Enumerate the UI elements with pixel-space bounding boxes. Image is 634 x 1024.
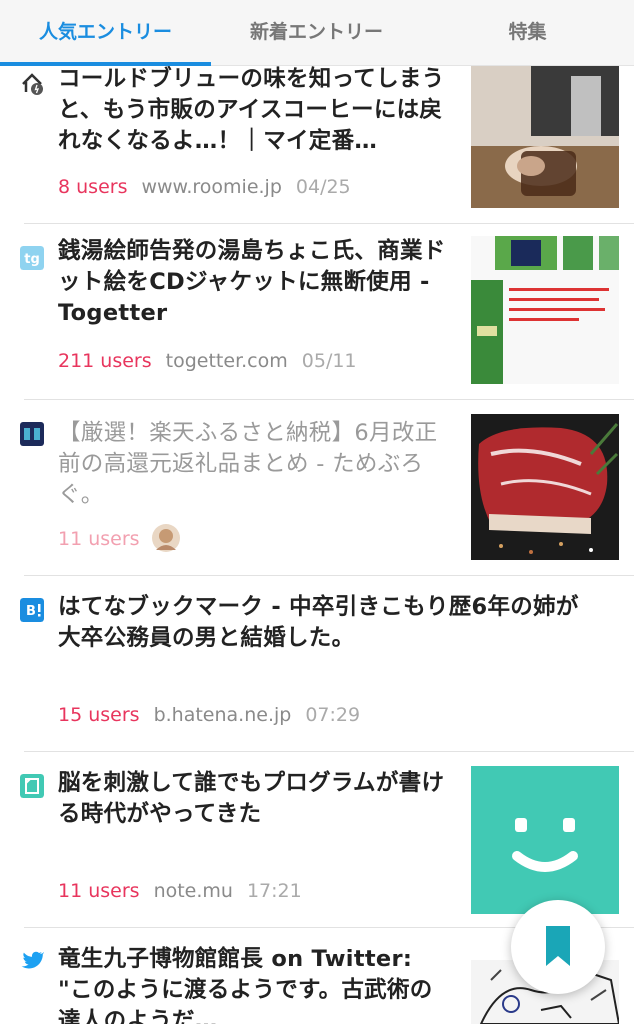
list-item[interactable]: tg 銭湯絵師告発の湯島ちょこ氏、商業ドット絵をCDジャケットに無断使用 - T… <box>0 224 634 400</box>
tab-bar: 人気エントリー 新着エントリー 特集 <box>0 0 634 66</box>
list-item[interactable]: 【厳選！楽天ふるさと納税】6月改正前の高還元返礼品まとめ - ためぶろぐ。 11… <box>0 400 634 576</box>
entry-domain: www.roomie.jp <box>141 176 282 198</box>
users-count[interactable]: 11 users <box>58 528 140 550</box>
entry-meta: 11 users note.mu 17:21 <box>58 880 302 902</box>
entry-title[interactable]: はてなブックマーク - 中卒引きこもり歴6年の姉が大卒公務員の男と結婚した。 <box>58 592 598 656</box>
entry-meta: 15 users b.hatena.ne.jp 07:29 <box>58 704 360 726</box>
entry-meta: 8 users www.roomie.jp 04/25 <box>58 176 351 198</box>
tab-new[interactable]: 新着エントリー <box>211 0 422 66</box>
entry-meta: 11 users <box>58 528 140 550</box>
note-icon <box>20 774 44 798</box>
list-item[interactable]: B はてなブックマーク - 中卒引きこもり歴6年の姉が大卒公務員の男と結婚した。… <box>0 576 634 752</box>
entry-date: 05/11 <box>301 350 357 372</box>
users-count[interactable]: 15 users <box>58 704 140 726</box>
users-count[interactable]: 11 users <box>58 880 140 902</box>
entry-title[interactable]: 銭湯絵師告発の湯島ちょこ氏、商業ドット絵をCDジャケットに無断使用 - Toge… <box>58 236 453 330</box>
entry-title[interactable]: 竜生九子博物館館長 on Twitter: "このように渡るようです。古武術の達… <box>58 944 453 1024</box>
coffee-photo <box>471 66 619 208</box>
entry-domain: togetter.com <box>165 350 288 372</box>
tab-popular[interactable]: 人気エントリー <box>0 0 211 66</box>
entry-domain: note.mu <box>153 880 233 902</box>
svg-text:B: B <box>26 604 36 619</box>
note-smiley-logo <box>471 766 619 914</box>
entry-title[interactable]: コールドブリューの味を知ってしまうと、もう市販のアイスコーヒーには戻れなくなるよ… <box>58 64 453 158</box>
entry-title[interactable]: 脳を刺激して誰でもプログラムが書ける時代がやってきた <box>58 768 453 832</box>
steak-photo <box>471 414 619 560</box>
svg-text:tg: tg <box>24 252 40 267</box>
tab-featured[interactable]: 特集 <box>422 0 633 66</box>
blog-icon <box>20 422 44 446</box>
twitter-bird-icon <box>21 951 44 969</box>
avatar <box>152 524 180 552</box>
entry-meta: 211 users togetter.com 05/11 <box>58 350 357 372</box>
entry-date: 04/25 <box>295 176 351 198</box>
entry-date: 17:21 <box>246 880 302 902</box>
list-item[interactable]: 脳を刺激して誰でもプログラムが書ける時代がやってきた 11 users note.… <box>0 752 634 928</box>
users-count[interactable]: 8 users <box>58 176 127 198</box>
entry-title[interactable]: 【厳選！楽天ふるさと納税】6月改正前の高還元返礼品まとめ - ためぶろぐ。 <box>58 418 453 512</box>
bookmark-icon <box>546 926 570 966</box>
entry-domain: b.hatena.ne.jp <box>153 704 292 726</box>
bookmark-fab[interactable] <box>511 900 605 994</box>
active-tab-indicator <box>0 62 211 66</box>
users-count[interactable]: 211 users <box>58 350 152 372</box>
hatena-bookmark-icon: B <box>20 598 44 622</box>
pixel-art-screenshot <box>471 236 619 384</box>
entry-date: 07:29 <box>305 704 361 726</box>
roomie-house-icon <box>22 73 43 95</box>
togetter-icon: tg <box>20 246 44 270</box>
